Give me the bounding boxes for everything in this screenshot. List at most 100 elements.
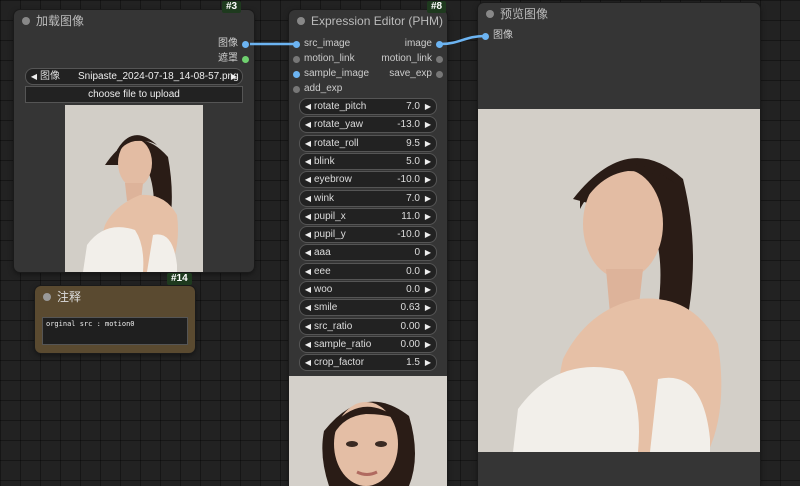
increment-arrow-icon[interactable]: ▶ bbox=[423, 227, 433, 242]
output-save-exp-socket[interactable] bbox=[436, 71, 443, 78]
param-label: wink bbox=[314, 192, 335, 204]
param-widget-rotate-pitch[interactable]: ◀ rotate_pitch 7.0 ▶ bbox=[299, 98, 437, 115]
increment-arrow-icon[interactable]: ▶ bbox=[423, 337, 433, 352]
image-select-combo[interactable]: ◀ 图像 Snipaste_2024-07-18_14-08-57.png ▶ bbox=[25, 68, 243, 85]
increment-arrow-icon[interactable]: ▶ bbox=[423, 264, 433, 279]
result-preview bbox=[289, 376, 447, 486]
increment-arrow-icon[interactable]: ▶ bbox=[423, 154, 433, 169]
input-src-image-socket[interactable] bbox=[293, 41, 300, 48]
output-save-exp-slot[interactable]: save_exp bbox=[389, 67, 432, 81]
decrement-arrow-icon[interactable]: ◀ bbox=[303, 154, 313, 169]
input-sample-image-socket[interactable] bbox=[293, 71, 300, 78]
param-label: rotate_yaw bbox=[314, 119, 363, 131]
output-image-slot[interactable]: image bbox=[405, 37, 432, 51]
node-title[interactable]: 预览图像 bbox=[478, 3, 760, 25]
collapse-dot-icon[interactable] bbox=[486, 10, 494, 18]
note-textarea[interactable]: orginal src : motion0 bbox=[42, 317, 188, 345]
param-widget-pupil-y[interactable]: ◀ pupil_y -10.0 ▶ bbox=[299, 226, 437, 244]
load-image-node[interactable]: #3 加载图像 图像 遮罩 ◀ 图像 Snipaste_2024-07-18_1… bbox=[14, 1, 254, 272]
prev-arrow-icon[interactable]: ◀ bbox=[29, 69, 39, 84]
param-widget-sample-ratio[interactable]: ◀ sample_ratio 0.00 ▶ bbox=[299, 335, 437, 353]
node-title[interactable]: Expression Editor (PHM) bbox=[289, 10, 447, 32]
param-value: 0.63 bbox=[400, 302, 420, 314]
decrement-arrow-icon[interactable]: ◀ bbox=[303, 337, 313, 352]
decrement-arrow-icon[interactable]: ◀ bbox=[303, 172, 313, 187]
output-motion-link-socket[interactable] bbox=[436, 56, 443, 63]
node-title[interactable]: 加载图像 bbox=[14, 10, 254, 32]
input-motion-link-socket[interactable] bbox=[293, 56, 300, 63]
decrement-arrow-icon[interactable]: ◀ bbox=[303, 300, 313, 315]
input-motion-link-slot[interactable]: motion_link bbox=[304, 52, 355, 66]
decrement-arrow-icon[interactable]: ◀ bbox=[303, 117, 313, 132]
decrement-arrow-icon[interactable]: ◀ bbox=[303, 264, 313, 279]
param-widget-rotate-yaw[interactable]: ◀ rotate_yaw -13.0 ▶ bbox=[299, 116, 437, 134]
increment-arrow-icon[interactable]: ▶ bbox=[423, 282, 433, 297]
param-widget-rotate-roll[interactable]: ◀ rotate_roll 9.5 ▶ bbox=[299, 134, 437, 152]
node-title-text: 预览图像 bbox=[500, 7, 549, 21]
portrait-image bbox=[65, 105, 203, 272]
param-value: 0.0 bbox=[406, 284, 420, 295]
increment-arrow-icon[interactable]: ▶ bbox=[423, 245, 433, 260]
increment-arrow-icon[interactable]: ▶ bbox=[423, 136, 433, 151]
input-sample-image-slot[interactable]: sample_image bbox=[304, 67, 369, 81]
output-mask-socket[interactable] bbox=[242, 56, 249, 63]
collapse-dot-icon[interactable] bbox=[43, 293, 51, 301]
param-value: 11.0 bbox=[401, 210, 420, 222]
input-image-slot[interactable]: 图像 bbox=[493, 29, 513, 43]
param-widget-wink[interactable]: ◀ wink 7.0 ▶ bbox=[299, 189, 437, 207]
decrement-arrow-icon[interactable]: ◀ bbox=[303, 282, 313, 297]
output-motion-link-slot[interactable]: motion_link bbox=[381, 52, 432, 66]
node-title-text: Expression Editor (PHM) bbox=[311, 14, 444, 28]
increment-arrow-icon[interactable]: ▶ bbox=[423, 300, 433, 315]
increment-arrow-icon[interactable]: ▶ bbox=[423, 355, 433, 370]
input-add-exp-slot[interactable]: add_exp bbox=[304, 82, 342, 96]
param-value: 7.0 bbox=[406, 192, 420, 204]
output-image-socket[interactable] bbox=[242, 41, 249, 48]
param-label: crop_factor bbox=[314, 357, 365, 369]
decrement-arrow-icon[interactable]: ◀ bbox=[303, 319, 313, 334]
param-widget-pupil-x[interactable]: ◀ pupil_x 11.0 ▶ bbox=[299, 207, 437, 225]
decrement-arrow-icon[interactable]: ◀ bbox=[303, 191, 313, 206]
input-src-image-slot[interactable]: src_image bbox=[304, 37, 350, 51]
next-arrow-icon[interactable]: ▶ bbox=[229, 69, 239, 84]
param-label: sample_ratio bbox=[314, 338, 372, 350]
expression-editor-node[interactable]: #8 Expression Editor (PHM) src_image mot… bbox=[289, 1, 447, 486]
output-image-slot[interactable]: 图像 bbox=[218, 37, 238, 51]
param-widget-eee[interactable]: ◀ eee 0.0 ▶ bbox=[299, 262, 437, 280]
decrement-arrow-icon[interactable]: ◀ bbox=[303, 136, 313, 151]
node-title[interactable]: 注释 bbox=[35, 286, 195, 308]
increment-arrow-icon[interactable]: ▶ bbox=[423, 191, 433, 206]
decrement-arrow-icon[interactable]: ◀ bbox=[303, 209, 313, 224]
param-widget-eyebrow[interactable]: ◀ eyebrow -10.0 ▶ bbox=[299, 171, 437, 189]
preview-image-node[interactable]: 预览图像 图像 bbox=[478, 3, 760, 486]
param-value: 0.00 bbox=[400, 338, 420, 350]
param-widget-smile[interactable]: ◀ smile 0.63 ▶ bbox=[299, 299, 437, 317]
decrement-arrow-icon[interactable]: ◀ bbox=[303, 355, 313, 370]
input-add-exp-socket[interactable] bbox=[293, 86, 300, 93]
node-title-text: 加载图像 bbox=[36, 14, 85, 28]
collapse-dot-icon[interactable] bbox=[297, 17, 305, 25]
note-node[interactable]: #14 注释 orginal src : motion0 bbox=[35, 273, 195, 353]
param-widget-woo[interactable]: ◀ woo 0.0 ▶ bbox=[299, 281, 437, 298]
input-image-socket[interactable] bbox=[482, 33, 489, 40]
increment-arrow-icon[interactable]: ▶ bbox=[423, 209, 433, 224]
decrement-arrow-icon[interactable]: ◀ bbox=[303, 99, 313, 114]
upload-button[interactable]: choose file to upload bbox=[25, 86, 243, 103]
decrement-arrow-icon[interactable]: ◀ bbox=[303, 245, 313, 260]
output-image-socket[interactable] bbox=[436, 41, 443, 48]
param-widget-crop-factor[interactable]: ◀ crop_factor 1.5 ▶ bbox=[299, 354, 437, 372]
increment-arrow-icon[interactable]: ▶ bbox=[423, 117, 433, 132]
output-mask-slot[interactable]: 遮罩 bbox=[218, 52, 238, 66]
param-label: eyebrow bbox=[314, 174, 352, 186]
increment-arrow-icon[interactable]: ▶ bbox=[423, 99, 433, 114]
param-widget-src-ratio[interactable]: ◀ src_ratio 0.00 ▶ bbox=[299, 317, 437, 335]
decrement-arrow-icon[interactable]: ◀ bbox=[303, 227, 313, 242]
collapse-dot-icon[interactable] bbox=[22, 17, 30, 25]
param-widget-blink[interactable]: ◀ blink 5.0 ▶ bbox=[299, 152, 437, 170]
param-value: 0 bbox=[414, 247, 420, 259]
image-select-value: Snipaste_2024-07-18_14-08-57.png bbox=[78, 71, 239, 82]
param-widget-aaa[interactable]: ◀ aaa 0 ▶ bbox=[299, 244, 437, 262]
increment-arrow-icon[interactable]: ▶ bbox=[423, 319, 433, 334]
node-title-text: 注释 bbox=[57, 290, 82, 304]
increment-arrow-icon[interactable]: ▶ bbox=[423, 172, 433, 187]
